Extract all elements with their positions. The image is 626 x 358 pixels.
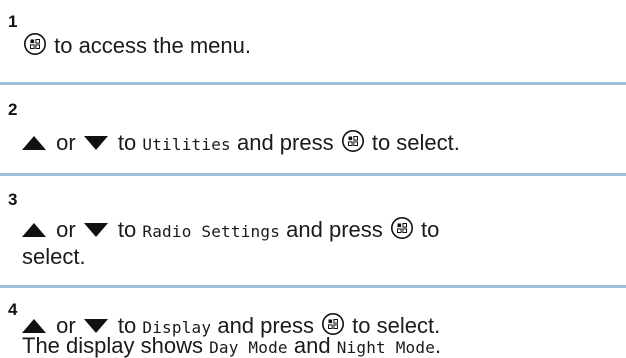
step-text-part: to select. <box>365 130 460 155</box>
step-text: or to Utilities and press to select. <box>22 129 460 158</box>
menu-ok-button-icon <box>24 33 46 55</box>
down-arrow-icon <box>83 223 108 237</box>
step-text-part: The display shows <box>22 333 210 358</box>
step-divider <box>0 173 626 176</box>
step-divider <box>0 82 626 85</box>
down-arrow-icon <box>83 136 108 150</box>
up-arrow-icon <box>22 319 46 333</box>
mode-option-day: Day Mode <box>209 338 288 357</box>
step-number: 2 <box>8 100 18 119</box>
menu-target: Radio Settings <box>142 222 281 241</box>
step-text-part: to select. <box>346 313 441 338</box>
down-arrow-icon <box>83 319 108 333</box>
menu-target: Utilities <box>142 135 231 154</box>
menu-ok-button-icon <box>341 130 364 152</box>
step-text-part: and <box>287 333 337 358</box>
up-arrow-icon <box>22 136 46 150</box>
step-text-part: or <box>50 217 82 242</box>
step-text-part: to <box>111 130 143 155</box>
step-text-part: to <box>414 217 440 242</box>
step-text-part: to <box>111 217 143 242</box>
step-number: 1 <box>8 12 18 31</box>
step-text: or to Radio Settings and press to <box>22 216 439 245</box>
step-text-continuation: select. <box>22 244 86 270</box>
step-text-part: and press <box>230 130 340 155</box>
step-divider <box>0 285 626 288</box>
step-text-part: select. <box>22 244 86 269</box>
step-text: to access the menu. <box>22 32 251 59</box>
step-number: 4 <box>8 300 18 319</box>
step-text-part: to access the menu. <box>48 33 251 58</box>
step-text-part: or <box>50 130 82 155</box>
step-text-part: and press <box>280 217 389 242</box>
step-text-continuation: The display shows Day Mode and Night Mod… <box>22 333 442 358</box>
menu-ok-button-icon <box>390 217 413 239</box>
step-number: 3 <box>8 190 18 209</box>
up-arrow-icon <box>22 223 46 237</box>
step-text-part: . <box>435 333 442 358</box>
mode-option-night: Night Mode <box>336 338 436 357</box>
